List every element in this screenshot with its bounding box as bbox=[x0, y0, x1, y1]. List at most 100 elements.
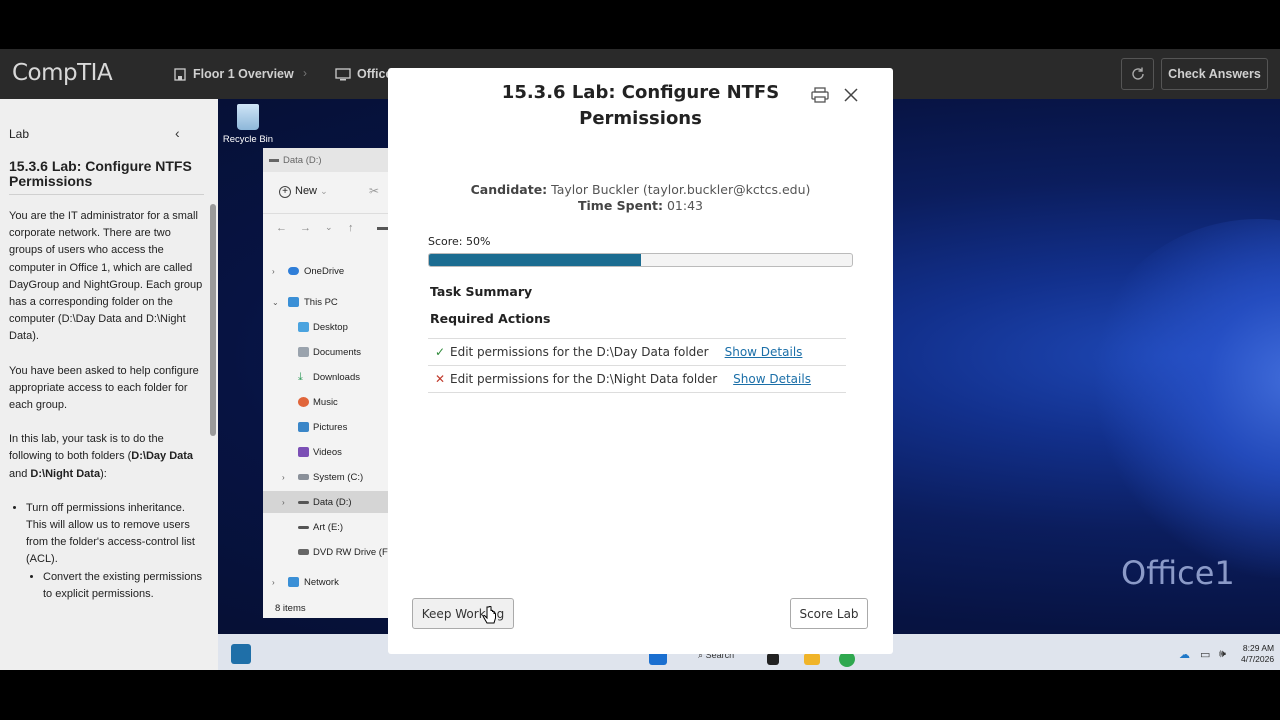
action-row: ✕ Edit permissions for the D:\Night Data… bbox=[428, 366, 846, 393]
comptia-logo: CompTIA bbox=[12, 60, 113, 86]
candidate-info: Candidate: Taylor Buckler (taylor.buckle… bbox=[388, 182, 893, 214]
intro-paragraph: You are the IT administrator for a small… bbox=[9, 210, 203, 343]
assignment-paragraph: You have been asked to help configure ap… bbox=[9, 364, 199, 412]
drive-icon bbox=[298, 500, 309, 504]
panel-scrollbar[interactable] bbox=[210, 204, 216, 436]
network-tray-icon[interactable]: ▭ bbox=[1200, 648, 1210, 661]
recent-chevron-icon[interactable]: ⌄ bbox=[325, 222, 333, 233]
breadcrumb-separator: › bbox=[303, 66, 307, 80]
drive-icon bbox=[298, 474, 309, 480]
tree-item-videos[interactable]: Videos bbox=[263, 441, 393, 463]
tree-item-onedrive[interactable]: › OneDrive bbox=[263, 260, 393, 282]
tree-item-music[interactable]: Music bbox=[263, 391, 393, 413]
candidate-label: Candidate: bbox=[470, 182, 548, 197]
task-item: Turn off permissions inheritance. This w… bbox=[26, 500, 204, 603]
tree-item-system-c[interactable]: › System (C:) bbox=[263, 466, 393, 488]
videos-icon bbox=[298, 447, 309, 457]
panel-header: Lab bbox=[9, 127, 30, 141]
divider bbox=[9, 194, 204, 195]
documents-icon bbox=[298, 347, 309, 357]
nav-floor-overview[interactable]: Floor 1 Overview bbox=[173, 49, 294, 99]
task-view-icon[interactable] bbox=[767, 653, 779, 665]
plus-icon: + bbox=[279, 186, 291, 198]
check-answers-button[interactable]: Check Answers bbox=[1161, 58, 1268, 90]
cloud-icon bbox=[288, 267, 299, 275]
tree-item-desktop[interactable]: Desktop bbox=[263, 316, 393, 338]
lab-title: 15.3.6 Lab: Configure NTFS Permissions bbox=[9, 158, 192, 189]
required-actions-heading: Required Actions bbox=[430, 311, 551, 326]
recycle-bin-label: Recycle Bin bbox=[222, 134, 274, 145]
file-explorer-taskbar-icon[interactable] bbox=[804, 653, 820, 665]
onedrive-tray-icon[interactable]: ☁ bbox=[1179, 648, 1190, 661]
check-icon: ✓ bbox=[434, 345, 446, 359]
widgets-icon[interactable] bbox=[231, 644, 251, 664]
score-text: Score: 50% bbox=[428, 235, 491, 248]
required-actions-list: ✓ Edit permissions for the D:\Day Data f… bbox=[428, 338, 846, 393]
monitor-icon bbox=[335, 67, 351, 80]
action-row: ✓ Edit permissions for the D:\Day Data f… bbox=[428, 339, 846, 366]
score-progress-fill bbox=[429, 254, 641, 266]
show-details-link[interactable]: Show Details bbox=[733, 372, 811, 386]
up-icon[interactable]: ↑ bbox=[348, 222, 354, 234]
cut-icon[interactable]: ✂ bbox=[369, 184, 379, 198]
desktop-folder-icon bbox=[298, 322, 309, 332]
explorer-nav-row: ← → ⌄ ↑ bbox=[263, 214, 393, 244]
tree-item-data-d[interactable]: › Data (D:) bbox=[263, 491, 393, 513]
explorer-status: 8 items bbox=[275, 603, 306, 614]
tree-item-art-e[interactable]: Art (E:) bbox=[263, 516, 393, 538]
recycle-bin-shortcut[interactable]: Recycle Bin bbox=[222, 104, 274, 145]
task-list: Turn off permissions inheritance. This w… bbox=[9, 500, 204, 603]
tree-item-downloads[interactable]: ⤓ Downloads bbox=[263, 366, 393, 388]
lab-instructions-panel: Lab ‹ 15.3.6 Lab: Configure NTFS Permiss… bbox=[0, 99, 218, 670]
volume-icon[interactable]: 🕪 bbox=[1219, 648, 1226, 661]
nav-floor-overview-label: Floor 1 Overview bbox=[193, 67, 294, 81]
lab-description: You are the IT administrator for a small… bbox=[9, 208, 204, 603]
network-icon bbox=[288, 577, 299, 587]
refresh-button[interactable] bbox=[1121, 58, 1154, 90]
task-paragraph: In this lab, your task is to do the foll… bbox=[9, 433, 194, 480]
building-icon bbox=[174, 68, 186, 81]
score-progress-bar bbox=[428, 253, 853, 267]
explorer-title: Data (D:) bbox=[263, 148, 393, 172]
forward-icon[interactable]: → bbox=[300, 222, 311, 234]
print-icon[interactable] bbox=[811, 87, 829, 108]
tree-item-dvd-f[interactable]: DVD RW Drive (F:) bbox=[263, 541, 393, 563]
dialog-title: 15.3.6 Lab: Configure NTFS Permissions bbox=[501, 82, 780, 129]
action-label: Edit permissions for the D:\Night Data f… bbox=[450, 372, 718, 386]
task-summary-heading: Task Summary bbox=[430, 284, 533, 299]
back-icon[interactable]: ← bbox=[276, 222, 287, 234]
candidate-value: Taylor Buckler (taylor.buckler@kctcs.edu… bbox=[551, 182, 811, 197]
task-subitem: Convert the existing permissions to expl… bbox=[43, 569, 204, 603]
tree-item-network[interactable]: › Network bbox=[263, 571, 393, 593]
download-icon: ⤓ bbox=[298, 370, 303, 383]
collapse-panel-icon[interactable]: ‹ bbox=[175, 125, 180, 141]
x-icon: ✕ bbox=[434, 372, 446, 386]
show-details-link[interactable]: Show Details bbox=[725, 345, 803, 359]
hand-cursor-icon bbox=[483, 606, 496, 624]
recycle-bin-icon bbox=[237, 104, 259, 130]
music-icon bbox=[298, 397, 309, 407]
tree-item-this-pc[interactable]: ⌄ This PC bbox=[263, 291, 393, 313]
score-lab-button[interactable]: Score Lab bbox=[790, 598, 868, 629]
office-label: Office1 bbox=[1121, 554, 1235, 592]
chevron-down-icon: ⌄ bbox=[320, 186, 328, 196]
action-label: Edit permissions for the D:\Day Data fol… bbox=[450, 345, 709, 359]
drive-icon bbox=[298, 525, 309, 529]
refresh-icon bbox=[1131, 67, 1144, 80]
new-button[interactable]: + New ⌄ bbox=[279, 185, 328, 198]
pc-icon bbox=[288, 297, 299, 307]
tree-item-documents[interactable]: Documents bbox=[263, 341, 393, 363]
dvd-drive-icon bbox=[298, 549, 309, 555]
wallpaper-swirl bbox=[1078, 219, 1280, 579]
file-explorer-window: Data (D:) + New ⌄ ✂ ← → ⌄ ↑ › OneDrive ⌄ Th… bbox=[263, 148, 393, 618]
tree-item-pictures[interactable]: Pictures bbox=[263, 416, 393, 438]
explorer-toolbar: + New ⌄ ✂ bbox=[263, 172, 393, 214]
app-root: CompTIA Floor 1 Overview › Office Check … bbox=[0, 0, 1280, 720]
nav-office[interactable]: Office bbox=[335, 49, 392, 99]
close-icon[interactable] bbox=[843, 87, 859, 108]
taskbar-clock[interactable]: 8:29 AM 4/7/2026 bbox=[1241, 643, 1274, 665]
time-value: 01:43 bbox=[666, 198, 703, 213]
time-label: Time Spent: bbox=[578, 198, 663, 213]
keep-working-button[interactable]: Keep Working bbox=[412, 598, 514, 629]
score-dialog: 15.3.6 Lab: Configure NTFS Permissions C… bbox=[388, 68, 893, 654]
